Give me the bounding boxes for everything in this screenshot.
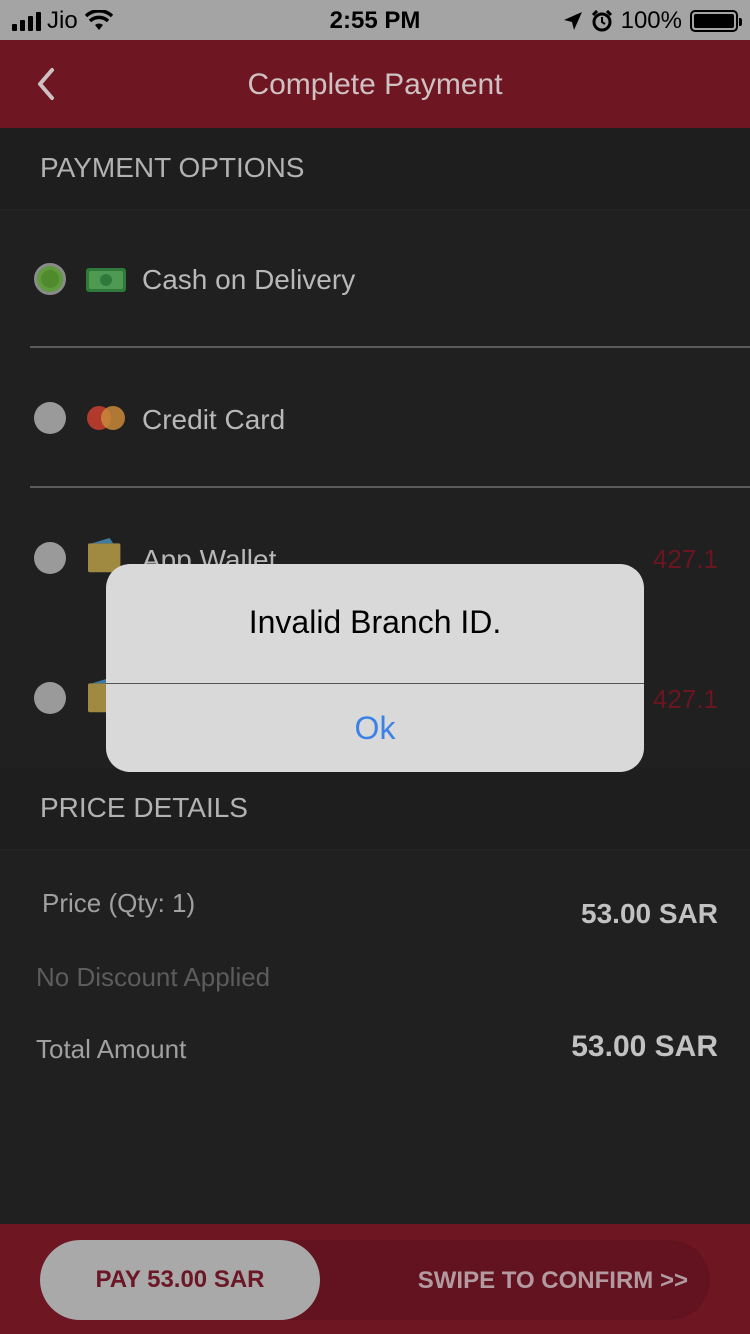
swipe-to-confirm-slider[interactable]: PAY 53.00 SAR SWIPE TO CONFIRM >> <box>40 1240 710 1320</box>
status-bar: Jio 2:55 PM 100% <box>0 0 750 40</box>
radio-button[interactable] <box>34 542 66 574</box>
option-label: Cash on Delivery <box>142 264 356 295</box>
page-title: Complete Payment <box>247 68 503 101</box>
discount-label: No Discount Applied <box>36 962 271 992</box>
status-right: 100% <box>563 7 742 35</box>
total-label: Total Amount <box>36 1034 187 1064</box>
alarm-icon <box>591 10 612 32</box>
location-arrow-icon <box>563 12 582 30</box>
radio-button[interactable] <box>34 402 66 434</box>
battery-icon <box>690 10 742 32</box>
radio-button-selected[interactable] <box>34 263 66 295</box>
credit-card-icon <box>87 406 125 430</box>
pay-button[interactable]: PAY 53.00 SAR <box>40 1240 320 1320</box>
payment-option-credit-card[interactable]: Credit Card <box>0 348 750 488</box>
payment-options-header: PAYMENT OPTIONS <box>0 128 750 210</box>
alert-dialog: Invalid Branch ID. Ok <box>106 564 644 772</box>
bottom-bar: PAY 53.00 SAR SWIPE TO CONFIRM >> <box>0 1224 750 1334</box>
payment-option-cod[interactable]: Cash on Delivery <box>0 210 750 350</box>
price-details-header: PRICE DETAILS <box>0 768 750 850</box>
swipe-label: SWIPE TO CONFIRM >> <box>417 1267 688 1294</box>
wallet-balance: 427.1 <box>652 684 718 714</box>
ok-button[interactable]: Ok <box>106 684 644 772</box>
option-label: Credit Card <box>142 404 286 435</box>
section-title: PRICE DETAILS <box>40 792 248 823</box>
pay-label: PAY 53.00 SAR <box>95 1266 265 1293</box>
wallet-balance: 427.1 <box>652 544 718 574</box>
price-value: 53.00 SAR <box>581 898 718 929</box>
cash-icon <box>86 268 126 292</box>
battery-percent: 100% <box>620 7 682 34</box>
nav-bar: Complete Payment <box>0 40 750 128</box>
alert-message: Invalid Branch ID. <box>248 604 502 640</box>
section-title: PAYMENT OPTIONS <box>40 152 305 183</box>
price-label: Price (Qty: 1) <box>42 888 196 918</box>
radio-button[interactable] <box>34 682 66 714</box>
total-value: 53.00 SAR <box>571 1030 718 1063</box>
